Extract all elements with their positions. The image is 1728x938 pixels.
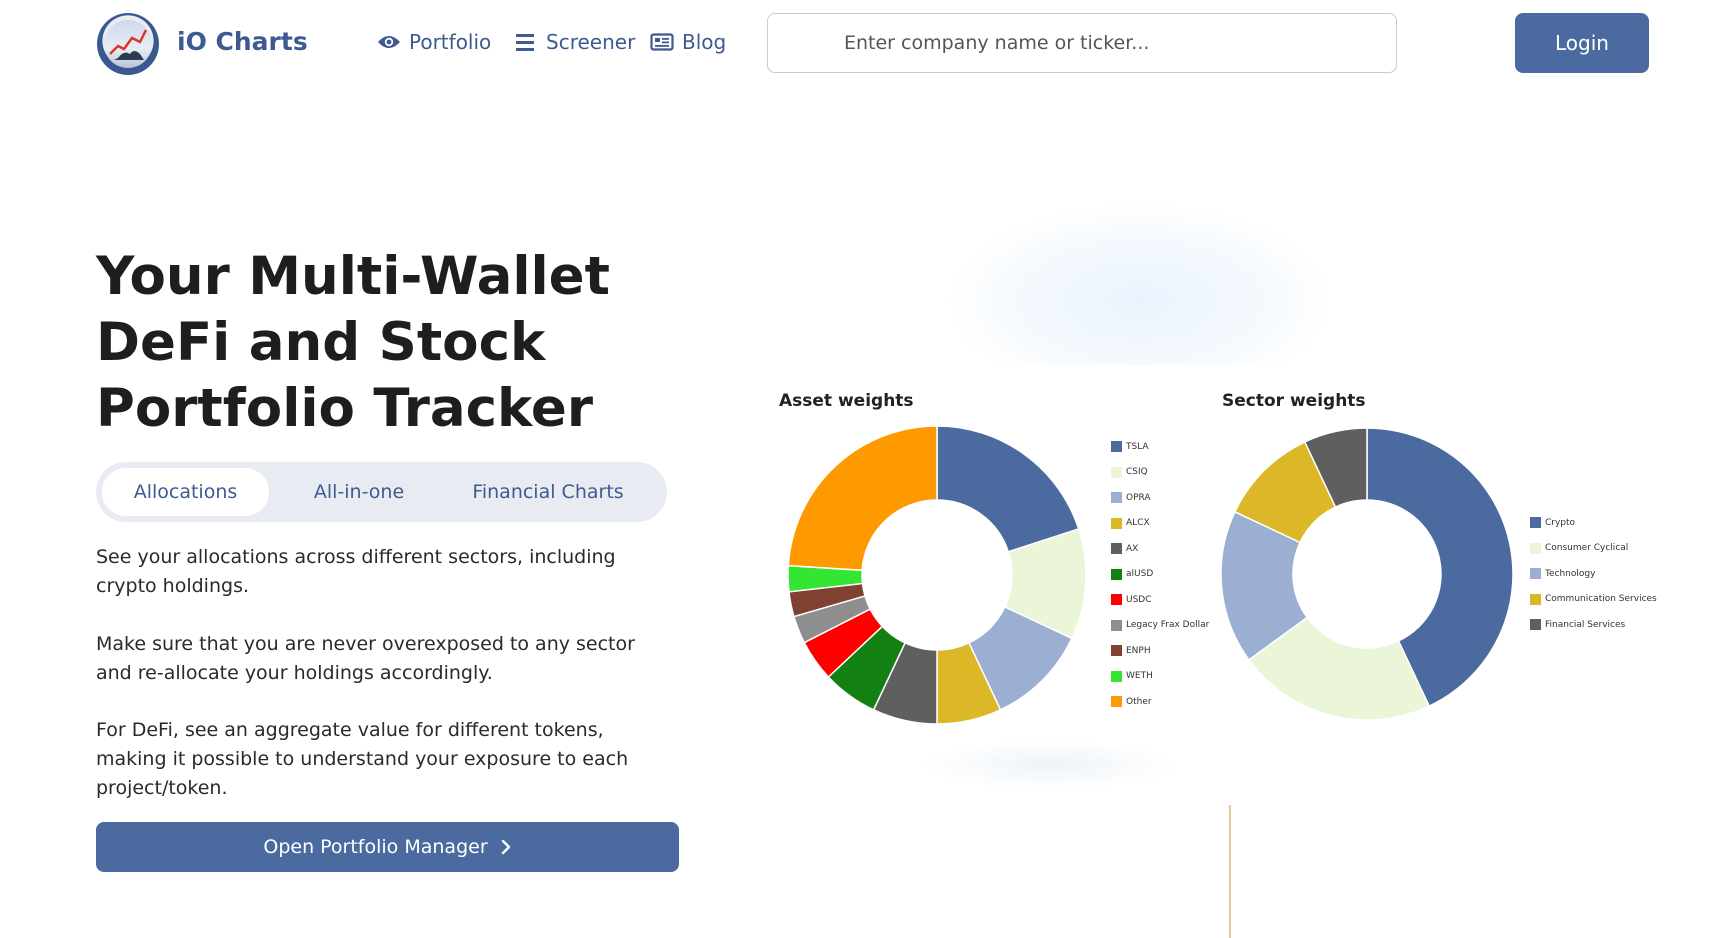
- brand-name[interactable]: iO Charts: [177, 27, 308, 56]
- legend-swatch: [1111, 543, 1122, 554]
- sector-weights-chart: [1220, 427, 1514, 721]
- legend-item[interactable]: USDC: [1111, 594, 1152, 605]
- legend-label: CSIQ: [1126, 467, 1148, 477]
- nav-blog[interactable]: Blog: [650, 30, 726, 54]
- legend-label: Legacy Frax Dollar: [1126, 620, 1210, 630]
- legend-item[interactable]: OPRA: [1111, 492, 1151, 503]
- hero-title-line: DeFi and Stock: [96, 312, 546, 373]
- legend-item[interactable]: alUSD: [1111, 568, 1154, 580]
- tab-financial-charts[interactable]: Financial Charts: [448, 468, 648, 516]
- legend-item[interactable]: ALCX: [1111, 517, 1150, 529]
- background-glow: [950, 205, 1330, 365]
- legend-swatch: [1530, 517, 1541, 528]
- legend-item[interactable]: AX: [1111, 543, 1138, 554]
- legend-label: Other: [1126, 696, 1152, 707]
- top-navbar: iO Charts Portfolio Screener Blog Login: [0, 0, 1728, 90]
- nav-portfolio[interactable]: Portfolio: [377, 30, 491, 54]
- legend-label: Consumer Cyclical: [1545, 543, 1629, 553]
- legend-swatch: [1111, 670, 1122, 682]
- legend-item[interactable]: Technology: [1530, 568, 1595, 579]
- divider-line: [1229, 805, 1231, 938]
- feature-tabs: Allocations All-in-one Financial Charts: [96, 462, 667, 522]
- logo-image: [104, 20, 152, 68]
- nav-screener-label: Screener: [546, 30, 636, 54]
- nav-portfolio-label: Portfolio: [409, 30, 492, 54]
- chevron-right-icon: [501, 839, 510, 855]
- legend-label: Crypto: [1545, 517, 1576, 528]
- nav-screener[interactable]: Screener: [514, 30, 635, 54]
- legend-item[interactable]: Other: [1111, 696, 1152, 707]
- legend-swatch: [1111, 619, 1122, 631]
- legend-item[interactable]: Legacy Frax Dollar: [1111, 619, 1210, 631]
- legend-swatch: [1530, 568, 1541, 579]
- legend-label: WETH: [1126, 671, 1153, 681]
- legend-label: ALCX: [1126, 518, 1150, 528]
- legend-label: ENPH: [1126, 645, 1151, 656]
- legend-swatch: [1111, 466, 1122, 478]
- legend-label: Communication Services: [1545, 594, 1657, 604]
- login-button[interactable]: Login: [1515, 13, 1649, 73]
- legend-item[interactable]: Financial Services: [1530, 619, 1625, 630]
- eye-icon: [378, 36, 400, 48]
- legend-swatch: [1111, 568, 1122, 580]
- hero-title-line: Your Multi-Wallet: [96, 246, 610, 307]
- legend-swatch: [1111, 696, 1122, 707]
- donut-slice-tsla[interactable]: [936, 425, 1080, 553]
- open-portfolio-manager-button[interactable]: Open Portfolio Manager: [96, 822, 679, 872]
- legend-item[interactable]: TSLA: [1111, 441, 1149, 452]
- newspaper-icon: [650, 33, 674, 51]
- legend-item[interactable]: Consumer Cyclical: [1530, 542, 1629, 554]
- legend-label: alUSD: [1126, 569, 1154, 579]
- nav-blog-label: Blog: [682, 30, 727, 54]
- donut-slice-other[interactable]: [787, 425, 938, 572]
- hero-title: Your Multi-Wallet DeFi and Stock Portfol…: [96, 244, 696, 442]
- hero-title-line: Portfolio Tracker: [96, 378, 593, 439]
- legend-label: Financial Services: [1545, 619, 1626, 630]
- background-glow: [920, 740, 1180, 790]
- legend-item[interactable]: ENPH: [1111, 645, 1151, 656]
- legend-swatch: [1530, 619, 1541, 630]
- legend-swatch: [1111, 492, 1122, 503]
- legend-swatch: [1530, 542, 1541, 554]
- io-charts-logo[interactable]: [97, 13, 159, 75]
- legend-swatch: [1111, 645, 1122, 656]
- legend-item[interactable]: Crypto: [1530, 517, 1575, 528]
- sector-weights-title: Sector weights: [1222, 391, 1366, 411]
- legend-label: AX: [1126, 543, 1139, 554]
- tab-allocations[interactable]: Allocations: [102, 468, 269, 516]
- search-input[interactable]: [767, 13, 1397, 73]
- legend-swatch: [1111, 517, 1122, 529]
- asset-weights-chart: [787, 425, 1087, 725]
- legend-label: TSLA: [1126, 441, 1149, 452]
- description-paragraph: For DeFi, see an aggregate value for dif…: [96, 719, 629, 799]
- legend-item[interactable]: Communication Services: [1530, 593, 1657, 605]
- legend-swatch: [1111, 594, 1122, 605]
- legend-swatch: [1111, 441, 1122, 452]
- description-paragraph: See your allocations across different se…: [96, 546, 616, 597]
- legend-item[interactable]: CSIQ: [1111, 466, 1148, 478]
- tab-all-in-one[interactable]: All-in-one: [276, 468, 442, 516]
- list-icon: [516, 34, 534, 51]
- legend-label: OPRA: [1126, 492, 1151, 503]
- description-paragraph: Make sure that you are never overexposed…: [96, 633, 635, 684]
- legend-item[interactable]: WETH: [1111, 670, 1153, 682]
- cta-label: Open Portfolio Manager: [263, 836, 488, 858]
- legend-label: Technology: [1545, 568, 1596, 579]
- asset-weights-title: Asset weights: [779, 391, 914, 411]
- legend-label: USDC: [1126, 594, 1152, 605]
- legend-swatch: [1530, 593, 1541, 605]
